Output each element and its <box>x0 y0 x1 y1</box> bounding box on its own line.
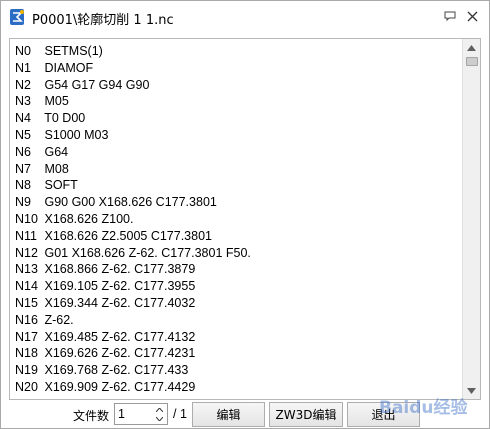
line-code: SETMS(1) <box>44 44 103 58</box>
code-line: N3 M05 <box>15 93 251 110</box>
line-code: G01 X168.626 Z-62. C177.3801 F50. <box>44 245 251 260</box>
line-code: X168.626 Z2.5005 C177.3801 <box>44 228 212 243</box>
code-line-list: N0 SETMS(1) N1 DIAMOF N2 G54 G17 G94 G90 N3… <box>15 43 251 396</box>
line-code: M05 <box>44 94 69 109</box>
title-bar: P0001\轮廓切削 1 1.nc <box>1 1 489 33</box>
line-number: N2 <box>15 77 31 92</box>
line-number: N8 <box>15 178 31 193</box>
line-code: T0 D00 <box>44 111 86 126</box>
code-line: N5 S1000 M03 <box>15 127 251 144</box>
window-title: P0001\轮廓切削 1 1.nc <box>32 13 174 28</box>
line-code: DIAMOF <box>44 60 94 75</box>
line-number: N3 <box>15 94 31 109</box>
code-line: N17 X169.485 Z-62. C177.4132 <box>15 329 251 346</box>
chevron-up-icon <box>467 44 476 51</box>
app-logo-icon <box>10 9 24 25</box>
code-line: N11 X168.626 Z2.5005 C177.3801 <box>15 228 251 245</box>
close-button[interactable] <box>463 7 481 25</box>
line-number: N0 <box>15 44 31 58</box>
line-code: G64 <box>44 144 69 159</box>
code-line: N2 G54 G17 G94 G90 <box>15 77 251 94</box>
code-line: N7 M08 <box>15 161 251 178</box>
code-line: N0 SETMS(1) <box>15 43 251 60</box>
file-count-label: 文件数 <box>73 409 110 423</box>
nc-file-window: P0001\轮廓切削 1 1.nc N0 SETMS(1) N1 DIAMOF N2… <box>0 0 490 429</box>
file-number-input[interactable] <box>118 406 152 422</box>
line-code: SOFT <box>44 178 78 193</box>
line-number: N19 <box>15 363 38 378</box>
nc-code-editor[interactable]: N0 SETMS(1) N1 DIAMOF N2 G54 G17 G94 G90 N3… <box>9 38 481 400</box>
line-code: X169.768 Z-62. C177.433 <box>44 363 189 378</box>
line-number: N13 <box>15 262 38 277</box>
baidu-watermark: Baidu经验 <box>379 397 469 418</box>
line-number: N20 <box>15 379 38 394</box>
line-code: S1000 M03 <box>44 127 109 142</box>
line-code: G54 G17 G94 G90 <box>44 77 150 92</box>
line-code: Z-62. <box>44 312 74 327</box>
line-code: G90 G00 X168.626 C177.3801 <box>44 195 217 210</box>
line-number: N10 <box>15 211 38 226</box>
code-line: N1 DIAMOF <box>15 60 251 77</box>
line-number: N6 <box>15 144 31 159</box>
line-number: N17 <box>15 329 38 344</box>
code-line: N9 G90 G00 X168.626 C177.3801 <box>15 194 251 211</box>
line-number: N9 <box>15 195 31 210</box>
line-number: N7 <box>15 161 31 176</box>
comment-icon <box>444 11 456 22</box>
line-code: X169.485 Z-62. C177.4132 <box>44 329 196 344</box>
code-line: N14 X169.105 Z-62. C177.3955 <box>15 278 251 295</box>
code-line: N20 X169.909 Z-62. C177.4429 <box>15 379 251 396</box>
line-number: N4 <box>15 111 31 126</box>
line-code: X169.909 Z-62. C177.4429 <box>44 379 196 394</box>
spin-up-button[interactable] <box>153 405 165 414</box>
spin-down-button[interactable] <box>153 414 165 423</box>
line-number: N16 <box>15 312 38 327</box>
file-total-label: / 1 <box>173 407 187 421</box>
code-line: N19 X169.768 Z-62. C177.433 <box>15 362 251 379</box>
code-line: N8 SOFT <box>15 177 251 194</box>
close-icon <box>467 11 477 21</box>
code-line: N4 T0 D00 <box>15 110 251 127</box>
line-number: N11 <box>15 228 38 243</box>
line-number: N18 <box>15 346 38 361</box>
code-line: N10 X168.626 Z100. <box>15 211 251 228</box>
code-line: N12 G01 X168.626 Z-62. C177.3801 F50. <box>15 245 251 262</box>
line-code: M08 <box>44 161 69 176</box>
file-number-spinner[interactable] <box>114 403 168 425</box>
edit-button[interactable]: 编辑 <box>192 402 265 427</box>
line-number: N12 <box>15 245 38 260</box>
code-line: N13 X168.866 Z-62. C177.3879 <box>15 261 251 278</box>
line-code: X169.626 Z-62. C177.4231 <box>44 346 196 361</box>
line-number: N5 <box>15 127 31 142</box>
line-number: N14 <box>15 279 38 294</box>
watermark-text: Baidu经验 <box>379 397 469 418</box>
line-number: N15 <box>15 295 38 310</box>
code-line: N16 Z-62. <box>15 312 251 329</box>
line-code: X168.626 Z100. <box>44 211 134 226</box>
line-number: N1 <box>15 60 31 75</box>
scroll-up-button[interactable] <box>463 39 480 56</box>
code-line: N6 G64 <box>15 144 251 161</box>
chevron-down-icon <box>155 416 163 421</box>
comment-button[interactable] <box>441 7 459 25</box>
scroll-thumb[interactable] <box>466 57 478 66</box>
vertical-scrollbar[interactable] <box>462 39 480 399</box>
code-line: N18 X169.626 Z-62. C177.4231 <box>15 345 251 362</box>
zw3d-edit-button[interactable]: ZW3D编辑 <box>269 402 343 427</box>
line-code: X169.344 Z-62. C177.4032 <box>44 295 196 310</box>
line-code: X169.105 Z-62. C177.3955 <box>44 279 196 294</box>
line-code: X168.866 Z-62. C177.3879 <box>44 262 196 277</box>
code-line: N15 X169.344 Z-62. C177.4032 <box>15 295 251 312</box>
chevron-up-icon <box>155 407 163 412</box>
